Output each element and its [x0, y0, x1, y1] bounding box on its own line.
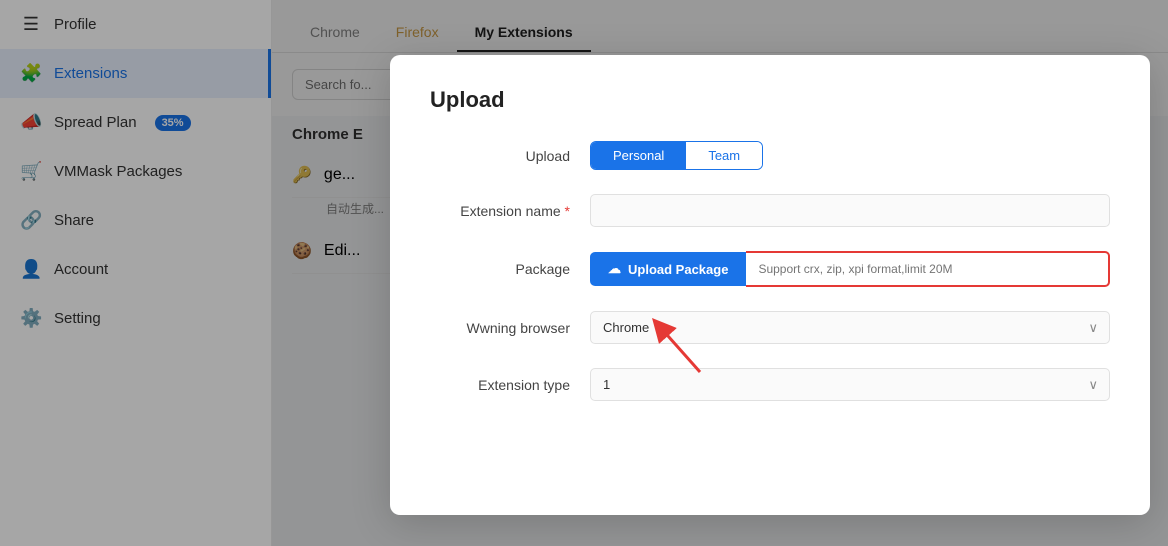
- ext-type-select-wrap: 1 2 3: [590, 368, 1110, 401]
- toggle-personal[interactable]: Personal: [591, 142, 686, 169]
- wwning-row: Wwning browser Chrome Firefox: [430, 311, 1110, 344]
- upload-package-button[interactable]: ☁ Upload Package: [590, 252, 746, 286]
- upload-toggle-group: Personal Team: [590, 141, 1110, 170]
- cloud-upload-icon: ☁: [608, 261, 621, 277]
- wwning-label: Wwning browser: [430, 320, 590, 336]
- upload-row: Upload Personal Team: [430, 141, 1110, 170]
- package-input[interactable]: [746, 251, 1110, 287]
- ext-name-row: Extension name *: [430, 194, 1110, 227]
- package-row: Package ☁ Upload Package: [430, 251, 1110, 287]
- toggle-team[interactable]: Team: [686, 142, 762, 169]
- modal-title: Upload: [430, 87, 1110, 113]
- upload-label: Upload: [430, 148, 590, 164]
- toggle-group: Personal Team: [590, 141, 763, 170]
- wwning-browser-select[interactable]: Chrome Firefox: [590, 311, 1110, 344]
- ext-type-select[interactable]: 1 2 3: [590, 368, 1110, 401]
- upload-pkg-label: Upload Package: [628, 262, 728, 277]
- wwning-select-wrap: Chrome Firefox: [590, 311, 1110, 344]
- package-label: Package: [430, 261, 590, 277]
- ext-name-input[interactable]: [590, 194, 1110, 227]
- required-marker: *: [565, 203, 570, 219]
- upload-modal: Upload Upload Personal Team Extension na…: [390, 55, 1150, 515]
- ext-type-label: Extension type: [430, 377, 590, 393]
- ext-name-input-wrap: [590, 194, 1110, 227]
- package-area: ☁ Upload Package: [590, 251, 1110, 287]
- ext-type-row: Extension type 1 2 3: [430, 368, 1110, 401]
- ext-name-label: Extension name *: [430, 203, 590, 219]
